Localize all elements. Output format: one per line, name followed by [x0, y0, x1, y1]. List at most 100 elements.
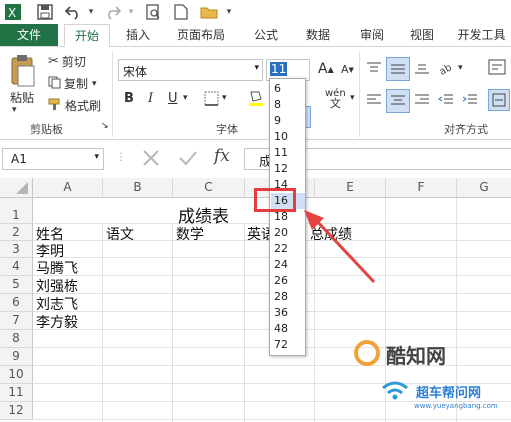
insert-function-button[interactable]: fx	[214, 146, 230, 166]
column-header-g[interactable]: G	[457, 178, 511, 198]
font-size-option[interactable]: 12	[274, 161, 288, 177]
row-header-12[interactable]: 12	[0, 402, 33, 420]
copy-dropdown-icon[interactable]: ▾	[92, 79, 97, 89]
font-group-label: 字体	[216, 123, 238, 136]
row-header-2[interactable]: 2	[0, 224, 33, 241]
column-header-b[interactable]: B	[103, 178, 173, 198]
orientation-button[interactable]: ab	[438, 59, 456, 75]
font-size-option[interactable]: 72	[274, 337, 288, 353]
name-box-dropdown-icon[interactable]: ▾	[94, 152, 99, 162]
font-size-option[interactable]: 9	[274, 113, 281, 129]
clipboard-launcher-icon[interactable]: ↘	[101, 121, 109, 131]
increase-indent-button[interactable]	[462, 93, 478, 107]
tab-developer[interactable]: 开发工具	[452, 24, 511, 46]
tab-review[interactable]: 审阅	[350, 24, 394, 46]
clipboard-group-label: 剪贴板	[30, 123, 63, 136]
tab-insert[interactable]: 插入	[118, 24, 158, 46]
paste-dropdown-icon[interactable]: ▾	[12, 105, 17, 115]
font-size-option[interactable]: 22	[274, 241, 288, 257]
cell-a6[interactable]: 刘志飞	[36, 294, 78, 314]
print-preview-icon[interactable]	[144, 3, 162, 21]
row-header-9[interactable]: 9	[0, 348, 33, 366]
font-size-option[interactable]: 26	[274, 273, 288, 289]
redo-dropdown-icon[interactable]: ▾	[122, 3, 140, 21]
redo-icon[interactable]	[104, 3, 122, 21]
format-painter-button[interactable]: 格式刷	[48, 97, 101, 114]
font-size-option[interactable]: 10	[274, 129, 288, 145]
qat-dropdown-icon[interactable]: ▾	[220, 3, 238, 21]
font-size-option[interactable]: 20	[274, 225, 288, 241]
orientation-dropdown-icon[interactable]: ▾	[458, 63, 463, 73]
font-name-box[interactable]: 宋体 ▾	[118, 59, 263, 81]
bold-button[interactable]: B	[124, 91, 134, 106]
column-header-f[interactable]: F	[386, 178, 457, 198]
font-size-option[interactable]: 8	[274, 97, 281, 113]
phonetic-dropdown-icon[interactable]: ▾	[350, 93, 355, 103]
font-name-value: 宋体	[123, 65, 148, 79]
borders-button[interactable]	[204, 91, 219, 106]
column-header-a[interactable]: A	[33, 178, 103, 198]
cell-a4[interactable]: 马腾飞	[36, 258, 78, 278]
borders-dropdown-icon[interactable]: ▾	[222, 93, 227, 103]
save-icon[interactable]	[36, 3, 54, 21]
tab-view[interactable]: 视图	[402, 24, 442, 46]
tab-data[interactable]: 数据	[296, 24, 340, 46]
wrap-text-button[interactable]	[488, 59, 506, 75]
font-size-option[interactable]: 36	[274, 305, 288, 321]
new-file-icon[interactable]	[172, 3, 190, 21]
shrink-font-button[interactable]: A ▼	[341, 63, 354, 76]
tab-page-layout[interactable]: 页面布局	[166, 24, 236, 46]
font-size-option[interactable]: 6	[274, 81, 281, 97]
underline-dropdown-icon[interactable]: ▾	[183, 93, 188, 103]
row-header-8[interactable]: 8	[0, 330, 33, 348]
name-box[interactable]: A1 ▾	[2, 148, 104, 170]
cancel-icon[interactable]	[142, 149, 160, 170]
paste-icon[interactable]	[8, 53, 40, 89]
row-header-7[interactable]: 7	[0, 312, 33, 330]
italic-button[interactable]: I	[148, 91, 153, 106]
font-size-option[interactable]: 11	[274, 145, 288, 161]
grow-font-button[interactable]: A ▲	[318, 61, 334, 77]
align-right-button[interactable]	[414, 93, 430, 107]
undo-dropdown-icon[interactable]: ▾	[82, 3, 100, 21]
align-center-icon	[391, 95, 405, 105]
cell-a7[interactable]: 李方毅	[36, 312, 78, 332]
align-center-button[interactable]	[386, 89, 410, 113]
align-top-button[interactable]	[366, 61, 382, 75]
fill-color-button[interactable]	[247, 89, 265, 107]
row-header-3[interactable]: 3	[0, 241, 33, 258]
paste-button[interactable]: 粘贴	[10, 89, 34, 106]
font-name-dropdown-icon[interactable]: ▾	[254, 63, 259, 73]
column-header-c[interactable]: C	[173, 178, 245, 198]
align-middle-button[interactable]	[386, 57, 410, 81]
row-header-1[interactable]: 1	[0, 198, 33, 224]
enter-check-icon[interactable]	[178, 149, 198, 170]
cell-a5[interactable]: 刘强栋	[36, 276, 78, 296]
cell-c2[interactable]: 数学	[176, 224, 204, 244]
row-header-11[interactable]: 11	[0, 384, 33, 402]
row-header-5[interactable]: 5	[0, 276, 33, 294]
column-header-e[interactable]: E	[315, 178, 386, 198]
row-header-4[interactable]: 4	[0, 258, 33, 276]
row-header-6[interactable]: 6	[0, 294, 33, 312]
align-left-button[interactable]	[366, 93, 382, 107]
row-header-10[interactable]: 10	[0, 366, 33, 384]
merge-center-button[interactable]	[488, 89, 510, 111]
tab-file[interactable]: 文件	[0, 24, 58, 46]
tab-home[interactable]: 开始	[64, 24, 110, 48]
cut-button[interactable]: ✂ 剪切	[48, 53, 86, 70]
font-size-option[interactable]: 24	[274, 257, 288, 273]
font-size-option[interactable]: 48	[274, 321, 288, 337]
align-bottom-button[interactable]	[414, 61, 430, 75]
underline-button[interactable]: U	[168, 91, 178, 106]
gridline	[172, 224, 173, 422]
open-folder-icon[interactable]	[200, 3, 218, 21]
undo-icon[interactable]	[64, 3, 82, 21]
copy-button[interactable]: 复制 ▾	[48, 75, 97, 92]
tab-formulas[interactable]: 公式	[246, 24, 286, 46]
phonetic-button[interactable]: wén 文	[325, 89, 346, 110]
select-all-corner[interactable]	[0, 178, 33, 198]
cell-b2[interactable]: 语文	[106, 224, 134, 244]
font-size-option[interactable]: 28	[274, 289, 288, 305]
decrease-indent-button[interactable]	[438, 93, 454, 107]
